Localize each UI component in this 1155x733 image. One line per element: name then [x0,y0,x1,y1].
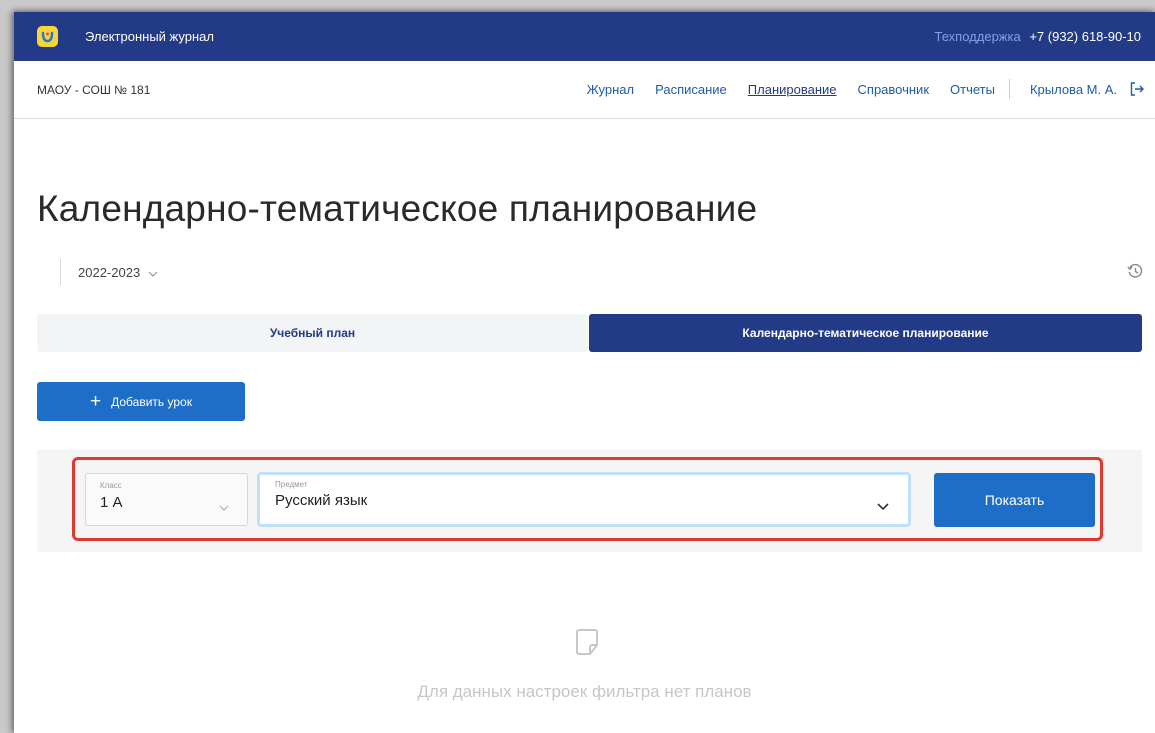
app-title: Электронный журнал [85,29,214,44]
nav-item-reports[interactable]: Отчеты [950,82,995,97]
empty-state-message: Для данных настроек фильтра нет планов [417,682,752,701]
school-name: МАОУ - СОШ № 181 [37,83,151,97]
chevron-down-icon [148,265,158,280]
app-window: Электронный журнал Техподдержка +7 (932)… [14,12,1155,733]
support-phone: +7 (932) 618-90-10 [1029,29,1141,44]
add-lesson-label: Добавить урок [111,394,192,409]
year-selector[interactable]: 2022-2023 [60,259,158,285]
add-lesson-button[interactable]: + Добавить урок [37,382,245,421]
top-bar: Электронный журнал Техподдержка +7 (932)… [14,12,1155,61]
nav-bar: МАОУ - СОШ № 181 Журнал Расписание Плани… [14,61,1155,119]
support-info: Техподдержка +7 (932) 618-90-10 [935,29,1141,44]
history-icon[interactable] [1126,262,1144,280]
tab-thematic-planning[interactable]: Календарно-тематическое планирование [589,314,1142,352]
nav-item-planning[interactable]: Планирование [748,82,837,97]
main-nav: Журнал Расписание Планирование Справочни… [566,79,1145,99]
tab-curriculum[interactable]: Учебный план [37,314,588,352]
nav-item-schedule[interactable]: Расписание [655,82,727,97]
user-name[interactable]: Крылова М. А. [1030,82,1117,97]
support-link[interactable]: Техподдержка [935,29,1021,44]
nav-item-journal[interactable]: Журнал [587,82,634,97]
nav-divider [1008,79,1010,99]
plus-icon: + [90,391,102,412]
nav-item-reference[interactable]: Справочник [858,82,930,97]
document-icon [574,626,602,658]
year-value: 2022-2023 [78,264,141,280]
page-title: Календарно-тематическое планирование [37,188,758,229]
highlight-frame [72,457,1103,541]
logo-icon[interactable] [37,26,58,47]
logout-icon[interactable] [1129,81,1145,97]
